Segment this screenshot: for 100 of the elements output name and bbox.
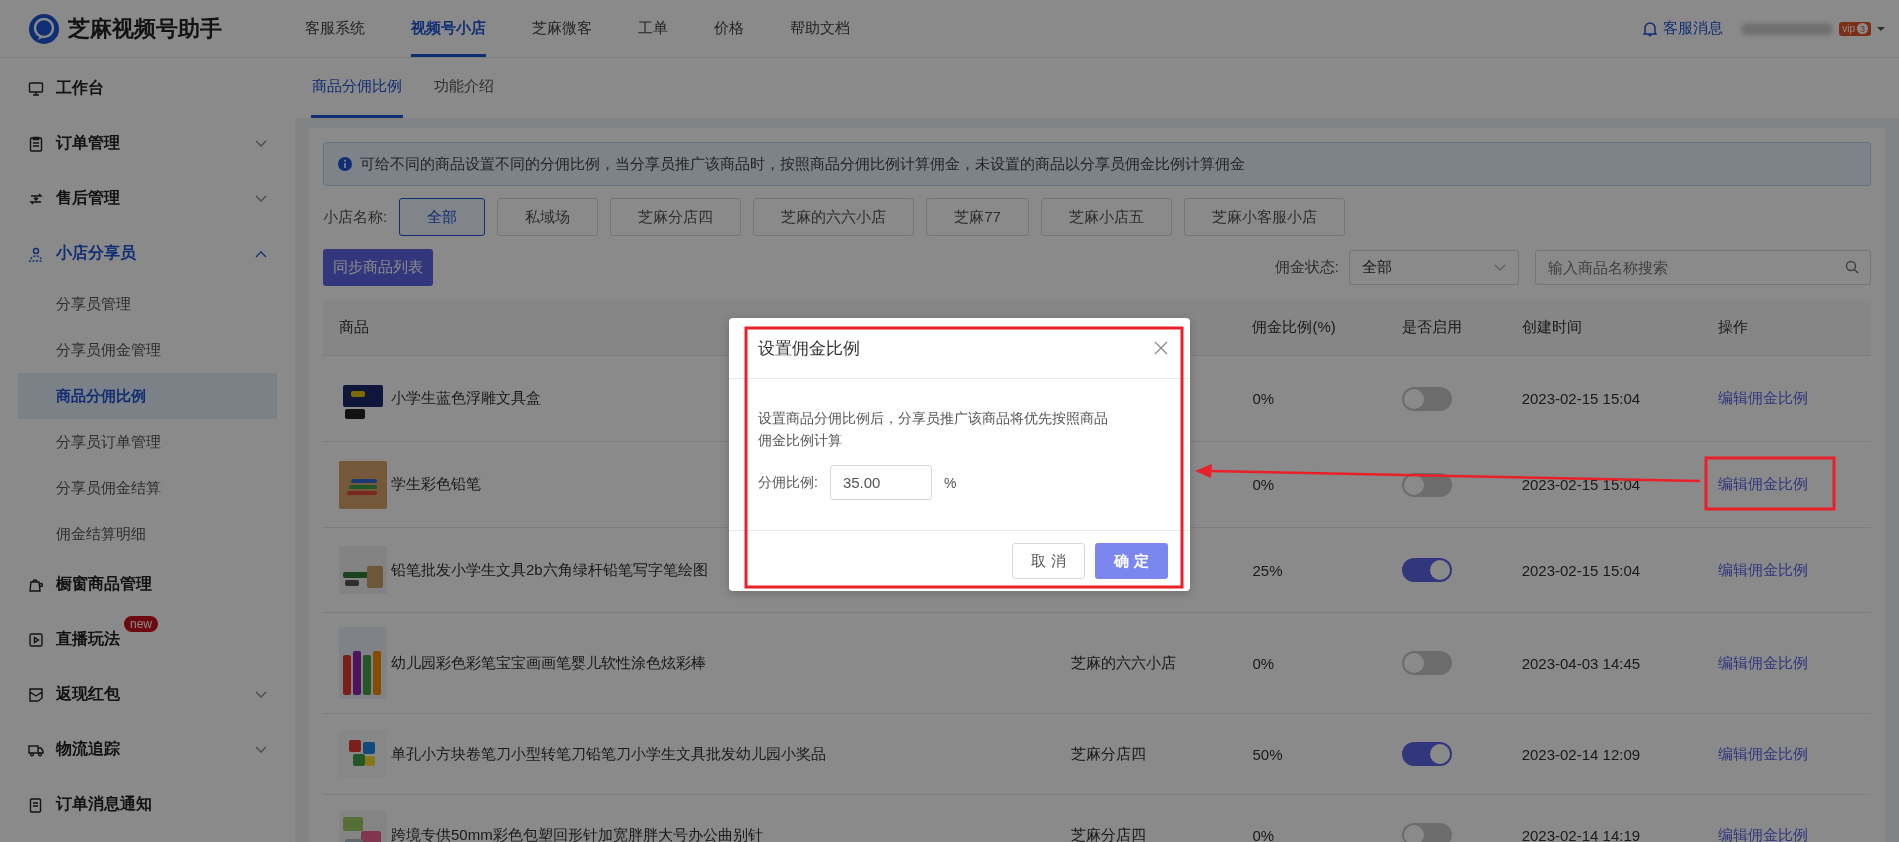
nav-link[interactable]: 帮助文档 (790, 0, 850, 57)
sidebar-item[interactable]: 小店分享员 (0, 226, 295, 281)
ratio-value: 0% (1252, 476, 1275, 493)
sync-button[interactable]: 同步商品列表 (323, 249, 433, 286)
sidebar-subitem[interactable]: 分享员订单管理 (18, 419, 277, 465)
shop-filter-option[interactable]: 芝麻小客服小店 (1183, 198, 1345, 236)
sidebar-item[interactable]: 工作台 (0, 61, 295, 116)
sidebar-item[interactable]: 订单消息通知 (0, 777, 295, 832)
info-icon (338, 157, 352, 171)
status-dropdown[interactable]: 全部 (1349, 250, 1519, 285)
sidebar-label: 售后管理 (56, 188, 120, 208)
envelope-icon (28, 686, 44, 703)
ratio-value: 0% (1252, 826, 1275, 842)
ratio-value: 0% (1252, 654, 1275, 672)
shop-name: 芝麻分店四 (1071, 825, 1147, 842)
toggle-switch[interactable] (1402, 742, 1453, 766)
shop-name: 芝麻分店四 (1071, 744, 1147, 762)
sidebar-subitem[interactable]: 商品分佣比例 (18, 373, 277, 419)
dialog-title: 设置佣金比例 (758, 337, 860, 360)
edit-link[interactable]: 编辑佣金比例 (1718, 653, 1809, 671)
product-name: 幼儿园彩色彩笔宝宝画画笔婴儿软性涂色炫彩棒 (391, 653, 706, 673)
chevron-up-icon (255, 249, 267, 258)
sidebar-item[interactable]: 物流追踪 (0, 722, 295, 777)
people-icon (28, 245, 44, 262)
shop-filter-option[interactable]: 全部 (399, 198, 486, 236)
search-icon (1845, 260, 1859, 274)
shop-filter-option[interactable]: 芝麻的六六小店 (753, 198, 915, 236)
toggle-switch[interactable] (1402, 651, 1453, 675)
sidebar-label: 订单消息通知 (56, 794, 152, 814)
sidebar-subitem[interactable]: 分享员佣金管理 (18, 327, 277, 373)
sidebar-subitem[interactable]: 分享员管理 (18, 281, 277, 327)
edit-link[interactable]: 编辑佣金比例 (1718, 389, 1809, 406)
edit-link[interactable]: 编辑佣金比例 (1718, 475, 1809, 492)
app-name: 芝麻视频号助手 (68, 14, 222, 43)
play-icon (28, 631, 44, 648)
sidebar-item[interactable]: 橱窗商品管理 (0, 557, 295, 612)
info-text: 可给不同的商品设置不同的分佣比例，当分享员推广该商品时，按照商品分佣比例计算佣金，未设置的商品以分享员佣金比例计算佣金 (360, 154, 1245, 174)
chat-bubble-logo-icon (28, 12, 60, 45)
column-header: 操作 (1718, 318, 1750, 337)
cancel-button[interactable]: 取 消 (1012, 543, 1085, 579)
unit-label: % (943, 474, 957, 491)
tab[interactable]: 商品分佣比例 (311, 58, 403, 118)
tab[interactable]: 功能介绍 (433, 58, 495, 118)
product-name: 单孔小方块卷笔刀小型转笔刀铅笔刀小学生文具批发幼儿园小奖品 (391, 744, 826, 764)
monitor-icon (28, 80, 44, 97)
ratio-value: 50% (1252, 745, 1283, 763)
bell-icon[interactable] (1643, 20, 1658, 37)
product-name: 小学生蓝色浮雕文具盒 (391, 389, 541, 408)
filter-label: 佣金状态: (1274, 258, 1339, 277)
shop-filter-option[interactable]: 芝麻77 (926, 198, 1029, 236)
clipboard-icon (28, 135, 44, 152)
sidebar-item[interactable]: 售后管理 (0, 171, 295, 226)
edit-link[interactable]: 编辑佣金比例 (1718, 825, 1809, 842)
sidebar-item[interactable]: 直播玩法 new (0, 612, 295, 667)
edit-link[interactable]: 编辑佣金比例 (1718, 560, 1809, 578)
field-label: 分佣比例: (758, 473, 818, 492)
search-field[interactable]: 输入商品名称搜索 (1535, 250, 1871, 285)
product-name: 铅笔批发小学生文具2b六角绿杆铅笔写字笔绘图 (391, 560, 708, 580)
created-time: 2023-02-14 14:19 (1521, 826, 1641, 842)
ratio-value: 0% (1252, 390, 1275, 407)
new-badge: new (124, 616, 158, 632)
vip-badge: vip 3 (1839, 21, 1871, 36)
chevron-down-icon (1494, 263, 1506, 272)
sidebar-label: 工作台 (56, 78, 104, 98)
edit-link[interactable]: 编辑佣金比例 (1718, 744, 1809, 762)
filter-label: 小店名称: (323, 207, 388, 227)
ratio-input[interactable]: 35.00 (829, 465, 932, 500)
sidebar-item[interactable]: 返现红包 (0, 667, 295, 722)
column-header: 佣金比例(%) (1252, 318, 1337, 337)
shop-filter-option[interactable]: 芝麻小店五 (1040, 198, 1172, 236)
sidebar-item[interactable]: 订单管理 (0, 116, 295, 171)
column-header: 创建时间 (1521, 318, 1583, 337)
chevron-down-icon (255, 745, 267, 754)
confirm-button[interactable]: 确 定 (1095, 543, 1168, 579)
nav-link[interactable]: 客服系统 (305, 0, 365, 57)
created-time: 2023-02-15 15:04 (1521, 476, 1641, 493)
column-header: 是否启用 (1402, 318, 1464, 337)
shop-filter-option[interactable]: 芝麻分店四 (610, 198, 742, 236)
sidebar-label: 橱窗商品管理 (56, 574, 152, 594)
sidebar-subitem[interactable]: 佣金结算明细 (18, 511, 277, 557)
toggle-switch[interactable] (1402, 558, 1453, 582)
shop-name: 芝麻的六六小店 (1071, 653, 1177, 671)
chevron-down-icon (255, 194, 267, 203)
sidebar-label: 订单管理 (56, 133, 120, 153)
chevron-down-icon (255, 690, 267, 699)
bag-icon (28, 576, 44, 593)
close-icon[interactable] (1154, 341, 1168, 355)
toggle-switch[interactable] (1402, 823, 1453, 842)
nav-link[interactable]: 价格 (714, 0, 744, 57)
messages-link[interactable]: 客服消息 (1663, 19, 1724, 38)
created-time: 2023-02-15 15:04 (1521, 561, 1641, 579)
sidebar-subitem[interactable]: 分享员佣金结算 (18, 465, 277, 511)
nav-link[interactable]: 工单 (638, 0, 668, 57)
toggle-switch[interactable] (1402, 386, 1453, 411)
caret-icon[interactable] (1877, 25, 1885, 32)
product-name: 跨境专供50mm彩色包塑回形针加宽胖胖大号办公曲别针 (391, 825, 763, 842)
product-name: 学生彩色铅笔 (391, 475, 481, 494)
shop-filter-option[interactable]: 私域场 (497, 198, 599, 236)
sidebar-label: 物流追踪 (56, 739, 120, 759)
nav-link[interactable]: 芝麻微客 (532, 0, 592, 57)
